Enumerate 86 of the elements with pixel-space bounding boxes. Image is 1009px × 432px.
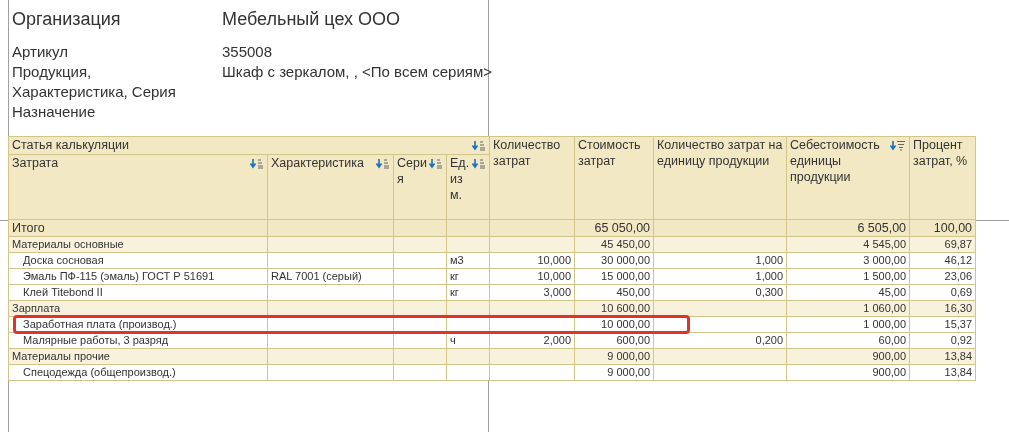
table-cell: 46,12 (944, 254, 973, 266)
table-cell: 15,37 (944, 318, 973, 330)
table-cell: 23,06 (944, 270, 973, 282)
header-cell[interactable]: Затрата (8, 154, 268, 220)
table-cell: 900,00 (872, 366, 907, 378)
field-value: Шкаф с зеркалом, , <По всем сериям> (222, 62, 492, 82)
table-cell: 0,200 (755, 334, 784, 346)
table-cell: 45 450,00 (601, 238, 651, 250)
header-label: Статья калькуляции (12, 137, 130, 153)
table-cell: Заработная плата (производ.) (23, 318, 177, 330)
table-cell: 0,92 (950, 334, 973, 346)
table-cell: 60,00 (878, 334, 907, 346)
header-cell[interactable]: Себестоимость единицы продукции (786, 136, 910, 220)
table-cell: Материалы основные (12, 238, 124, 250)
table-cell: 69,87 (944, 238, 973, 250)
table-cell: Эмаль ПФ-115 (эмаль) ГОСТ Р 51691 (23, 270, 215, 282)
header-label: Процент затрат, % (913, 137, 969, 169)
field-label: Назначение (12, 102, 96, 122)
field-label: Артикул (12, 42, 68, 62)
header-label: Стоимость затрат (578, 137, 642, 169)
header-cell[interactable]: Количество затрат (489, 136, 575, 220)
table-cell: 600,00 (616, 334, 651, 346)
sort-icon[interactable] (250, 158, 264, 169)
header-cell[interactable]: Количество затрат на единицу продукции (653, 136, 787, 220)
header-cell[interactable]: Статья калькуляции (8, 136, 490, 155)
header-label: Характеристика (271, 155, 364, 171)
header-cell[interactable]: Серия (393, 154, 447, 220)
table-cell: 1 000,00 (863, 318, 907, 330)
table-cell: 4 545,00 (863, 238, 907, 250)
table-cell: 15 000,00 (601, 270, 651, 282)
table-cell: Спецодежда (общепроизвод.) (23, 366, 176, 378)
table-cell: 1 500,00 (863, 270, 907, 282)
table-cell: ч (450, 334, 456, 346)
table-cell: Доска сосновая (23, 254, 104, 266)
table-cell: кг (450, 270, 459, 282)
table-cell: 9 000,00 (607, 350, 651, 362)
table-cell: 900,00 (872, 350, 907, 362)
table-cell: RAL 7001 (серый) (271, 270, 362, 282)
table-cell: 2,000 (543, 334, 572, 346)
table-cell: 3,000 (543, 286, 572, 298)
table-cell: 30 000,00 (601, 254, 651, 266)
field-value: 355008 (222, 42, 273, 62)
field-label: Продукция, Характеристика, Серия (12, 62, 177, 102)
header-cell[interactable]: Стоимость затрат (574, 136, 654, 220)
sort-icon[interactable] (376, 158, 390, 169)
header-label: Себестоимость единицы продукции (790, 137, 881, 185)
table-cell: 10,000 (537, 254, 572, 266)
header-cell[interactable]: Ед. изм. (446, 154, 490, 220)
table-cell: 16,30 (944, 302, 973, 314)
table-cell: Материалы прочие (12, 350, 110, 362)
table-cell: 10,000 (537, 270, 572, 282)
header-label: Количество затрат (493, 137, 562, 169)
sort-icon[interactable] (472, 140, 487, 151)
table-cell: 3 000,00 (863, 254, 907, 266)
table-cell: 65 050,00 (594, 220, 651, 235)
table-cell: 13,84 (944, 350, 973, 362)
header-label: Серия (397, 155, 427, 187)
header-label: Ед. изм. (450, 155, 471, 203)
table-cell: кг (450, 286, 459, 298)
table-cell: 1 060,00 (863, 302, 907, 314)
table-cell: м3 (450, 254, 464, 266)
table-cell: 1,000 (755, 254, 784, 266)
table-cell: Клей Titebond II (23, 286, 103, 298)
table-cell: 10 600,00 (601, 302, 651, 314)
table-cell: Зарплата (12, 302, 61, 314)
table-cell: 100,00 (933, 220, 973, 235)
table-cell: 10 000,00 (601, 318, 651, 330)
table-cell: 45,00 (878, 286, 907, 298)
organization-value: Мебельный цех ООО (222, 8, 401, 30)
table-cell: Итого (12, 220, 45, 235)
table-cell: 0,300 (755, 286, 784, 298)
table-cell: 9 000,00 (607, 366, 651, 378)
header-label: Затрата (12, 155, 59, 171)
table-cell: Малярные работы, 3 разряд (23, 334, 169, 346)
table-cell: 6 505,00 (857, 220, 907, 235)
header-cell[interactable]: Процент затрат, % (909, 136, 976, 220)
organization-label: Организация (12, 8, 122, 30)
table-cell: 1,000 (755, 270, 784, 282)
table-cell: 13,84 (944, 366, 973, 378)
sort-icon[interactable] (472, 158, 487, 169)
sort-descending-icon[interactable] (890, 140, 907, 151)
table-cell: 0,69 (950, 286, 973, 298)
header-cell[interactable]: Характеристика (267, 154, 394, 220)
table-cell: 450,00 (616, 286, 651, 298)
header-label: Количество затрат на единицу продукции (657, 137, 784, 169)
sort-icon[interactable] (429, 158, 443, 169)
